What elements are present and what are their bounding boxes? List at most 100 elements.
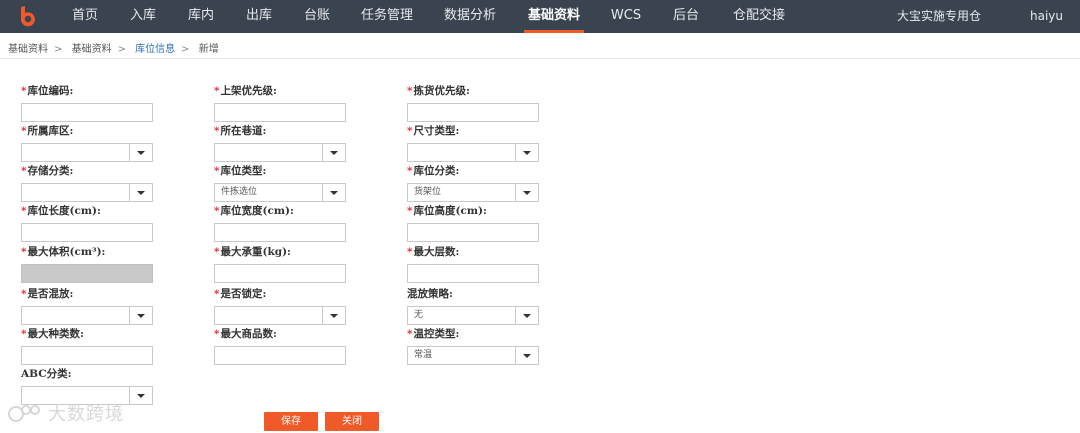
caret-down-icon — [137, 151, 145, 155]
caret-down-icon — [523, 151, 531, 155]
nav-outbound[interactable]: 出库 — [238, 0, 280, 33]
aisle-select[interactable] — [214, 143, 346, 162]
required-mark: * — [21, 165, 27, 177]
field-label: *是否锁定: — [214, 288, 267, 300]
locked-select[interactable] — [214, 306, 346, 325]
required-mark: * — [214, 205, 220, 217]
required-mark: * — [407, 205, 413, 217]
required-mark: * — [407, 328, 413, 340]
height-input[interactable] — [407, 223, 539, 242]
field-label: *拣货优先级: — [407, 85, 470, 97]
save-button[interactable]: 保存 — [264, 412, 318, 431]
dropdown-button[interactable] — [129, 144, 152, 161]
field-label: *库位分类: — [407, 165, 460, 177]
nav-inventory[interactable]: 库内 — [180, 0, 222, 33]
select-value: 件拣选位 — [221, 187, 258, 197]
field-label: *库位长度(cm): — [21, 205, 101, 217]
breadcrumb: 基础资料 > 基础资料 > 库位信息 > 新增 — [8, 40, 222, 55]
required-mark: * — [214, 125, 220, 137]
field-label: *上架优先级: — [214, 85, 277, 97]
size-type-select[interactable] — [407, 143, 539, 162]
width-input[interactable] — [214, 223, 346, 242]
dropdown-button[interactable] — [129, 387, 152, 404]
field-label: *最大承重(kg): — [214, 246, 291, 258]
chevron-right-icon: > — [117, 44, 126, 55]
mix-strategy-select[interactable]: 无 — [407, 306, 539, 325]
mixed-select[interactable] — [21, 306, 153, 325]
location-type-select[interactable]: 件拣选位 — [214, 183, 346, 202]
dropdown-button[interactable] — [129, 307, 152, 324]
chevron-right-icon: > — [54, 44, 63, 55]
nav-inbound[interactable]: 入库 — [122, 0, 164, 33]
dropdown-button[interactable] — [515, 307, 538, 324]
header-divider — [0, 58, 1080, 59]
required-mark: * — [214, 288, 220, 300]
close-button[interactable]: 关闭 — [325, 412, 379, 431]
field-label: *最大体积(cm³): — [21, 246, 106, 258]
picking-priority-input[interactable] — [407, 103, 539, 122]
select-value: 常温 — [414, 350, 433, 360]
dropdown-button[interactable] — [129, 184, 152, 201]
field-label: 混放策略: — [407, 288, 453, 300]
required-mark: * — [214, 85, 220, 97]
field-label: ABC分类: — [21, 368, 72, 380]
storage-class-select[interactable] — [21, 183, 153, 202]
select-value: 无 — [414, 310, 424, 320]
location-class-select[interactable]: 货架位 — [407, 183, 539, 202]
temp-control-select[interactable]: 常温 — [407, 346, 539, 365]
required-mark: * — [214, 328, 220, 340]
required-mark: * — [407, 165, 413, 177]
max-items-input[interactable] — [214, 346, 346, 365]
nav-home[interactable]: 首页 — [64, 0, 106, 33]
dropdown-button[interactable] — [515, 184, 538, 201]
putaway-priority-input[interactable] — [214, 103, 346, 122]
max-weight-input[interactable] — [214, 264, 346, 283]
dropdown-button[interactable] — [322, 144, 345, 161]
field-label: *库位高度(cm): — [407, 205, 487, 217]
user-menu[interactable]: haiyu — [1030, 0, 1063, 33]
warehouse-selector[interactable]: 大宝实施专用仓 — [897, 0, 981, 33]
required-mark: * — [21, 125, 27, 137]
nav-data-analysis[interactable]: 数据分析 — [437, 0, 503, 33]
nav-ledger[interactable]: 台账 — [296, 0, 338, 33]
app-logo-icon[interactable] — [18, 5, 38, 27]
dropdown-button[interactable] — [515, 347, 538, 364]
location-code-input[interactable] — [21, 103, 153, 122]
field-label: *库位宽度(cm): — [214, 205, 294, 217]
caret-down-icon — [523, 314, 531, 318]
nav-backend[interactable]: 后台 — [665, 0, 707, 33]
dropdown-button[interactable] — [515, 144, 538, 161]
max-sku-types-input[interactable] — [21, 346, 153, 365]
nav-basic-data[interactable]: 基础资料 — [524, 0, 584, 33]
breadcrumb-item[interactable]: 基础资料 — [72, 44, 112, 55]
max-volume-input — [21, 264, 153, 283]
required-mark: * — [407, 246, 413, 258]
required-mark: * — [21, 205, 27, 217]
caret-down-icon — [523, 191, 531, 195]
caret-down-icon — [330, 151, 338, 155]
dropdown-button[interactable] — [322, 307, 345, 324]
breadcrumb-item[interactable]: 库位信息 — [135, 44, 175, 55]
zone-select[interactable] — [21, 143, 153, 162]
breadcrumb-item[interactable]: 基础资料 — [8, 44, 48, 55]
top-navbar: 首页 入库 库内 出库 台账 任务管理 数据分析 基础资料 WCS 后台 仓配交… — [0, 0, 1080, 33]
watermark-logo-icon — [8, 405, 40, 422]
nav-wcs[interactable]: WCS — [605, 0, 647, 33]
length-input[interactable] — [21, 223, 153, 242]
caret-down-icon — [330, 191, 338, 195]
select-value: 货架位 — [414, 187, 442, 197]
dropdown-button[interactable] — [322, 184, 345, 201]
required-mark: * — [21, 288, 27, 300]
required-mark: * — [407, 85, 413, 97]
nav-task-management[interactable]: 任务管理 — [354, 0, 420, 33]
required-mark: * — [407, 125, 413, 137]
caret-down-icon — [137, 394, 145, 398]
field-label: *温控类型: — [407, 328, 460, 340]
watermark-text: 大数跨境 — [48, 404, 124, 425]
max-layers-input[interactable] — [407, 264, 539, 283]
field-label: *尺寸类型: — [407, 125, 460, 137]
nav-handover[interactable]: 仓配交接 — [726, 0, 792, 33]
field-label: *存储分类: — [21, 165, 74, 177]
caret-down-icon — [523, 354, 531, 358]
caret-down-icon — [137, 191, 145, 195]
